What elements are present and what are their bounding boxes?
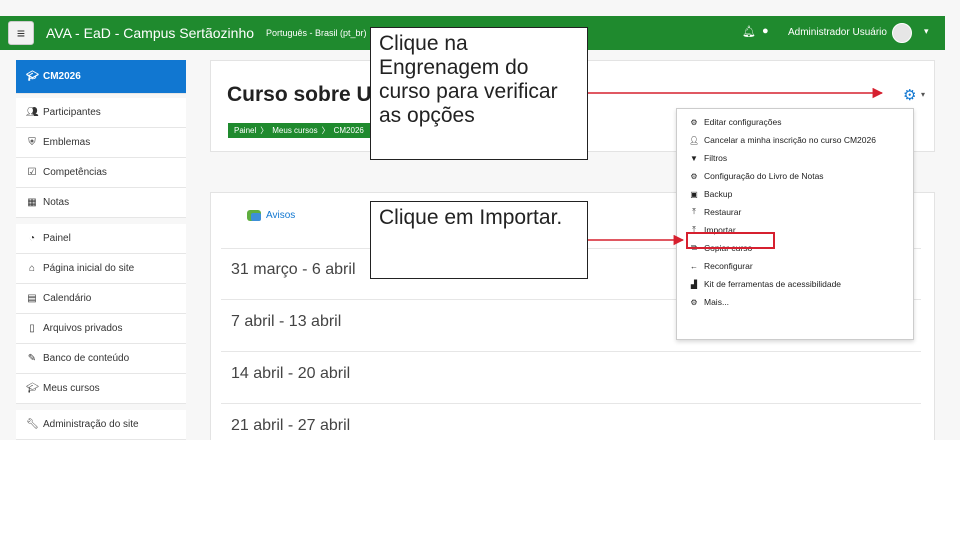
- menu-item-label: Configuração do Livro de Notas: [704, 171, 824, 181]
- sidebar-item-label: Página inicial do site: [43, 263, 135, 274]
- week-section-title[interactable]: 21 abril - 27 abril: [231, 417, 350, 435]
- users-icon: 👥︎: [26, 107, 39, 118]
- sidebar-item-label: Notas: [43, 197, 70, 208]
- week-section-title[interactable]: 7 abril - 13 abril: [231, 313, 341, 331]
- menu-item-backup[interactable]: ▣ Backup: [677, 185, 913, 203]
- site-name-link[interactable]: AVA - EaD - Campus Sertãozinho: [46, 25, 254, 41]
- sidebar-item-label: Competências: [43, 167, 107, 178]
- sidebar-item-label: Administração do site: [43, 419, 139, 430]
- menu-item-restore[interactable]: ⤒ Restaurar: [677, 203, 913, 221]
- menu-item-label: Backup: [704, 189, 733, 199]
- sidebar-item-course[interactable]: 🎓︎ CM2026: [16, 60, 186, 94]
- breadcrumb: Painel 〉 Meus cursos 〉 CM2026: [228, 123, 370, 138]
- chart-icon: ▟: [690, 279, 698, 289]
- wrench-icon: 🔧︎: [26, 419, 39, 430]
- menu-item-label: Mais...: [704, 297, 730, 307]
- upload-icon: ⤒: [692, 207, 696, 216]
- sidebar-item-site-admin[interactable]: 🔧︎ Administração do site: [16, 410, 186, 440]
- gear-icon: ⚙: [690, 117, 698, 127]
- sidebar-item-calendar[interactable]: ▤ Calendário: [16, 284, 186, 314]
- sidebar-item-site-home[interactable]: ⌂ Página inicial do site: [16, 254, 186, 284]
- sidebar-nav: 🎓︎ CM2026 👥︎ Participantes ⛨ Emblemas ☑ …: [16, 60, 186, 440]
- sidebar-item-competencies[interactable]: ☑ Competências: [16, 158, 186, 188]
- filter-icon: ▼: [690, 153, 698, 163]
- stage: ≡ AVA - EaD - Campus Sertãozinho Portugu…: [0, 0, 960, 540]
- sidebar-item-badges[interactable]: ⛨ Emblemas: [16, 128, 186, 158]
- shield-icon: ⛨: [28, 137, 36, 148]
- menu-item-label: Filtros: [704, 153, 728, 163]
- sidebar-item-label: Meus cursos: [43, 383, 100, 394]
- divider: [221, 403, 921, 404]
- menu-item-label: Restaurar: [704, 207, 742, 217]
- brush-icon: ✎: [27, 353, 37, 364]
- sidebar-item-label: Emblemas: [43, 137, 91, 148]
- dashboard-icon: ◔: [28, 233, 36, 244]
- week-section-title[interactable]: 31 março - 6 abril: [231, 261, 356, 279]
- course-actions-menu: ⚙ Editar configurações 👤︎ Cancelar a minha…: [676, 108, 914, 340]
- file-icon: ▯: [29, 323, 35, 334]
- callout-gear-instruction: Clique na Engrenagem do curso para verif…: [370, 27, 588, 160]
- forum-icon: [247, 210, 261, 221]
- menu-item-accessibility-toolkit[interactable]: ▟ Kit de ferramentas de acessibilidade: [677, 275, 913, 293]
- callout-import-instruction: Clique em Importar.: [370, 201, 588, 279]
- menu-item-label: Kit de ferramentas de acessibilidade: [704, 279, 842, 289]
- hamburger-icon[interactable]: ≡: [8, 21, 34, 45]
- sidebar-item-content-bank[interactable]: ✎ Banco de conteúdo: [16, 344, 186, 374]
- announcements-link[interactable]: Avisos: [247, 210, 295, 221]
- user-name[interactable]: Administrador Usuário: [788, 27, 887, 38]
- chevron-right-icon: 〉: [321, 126, 330, 135]
- table-icon: ▦: [27, 197, 37, 208]
- checkbox-icon: ☑: [27, 167, 37, 178]
- sidebar-item-label: Calendário: [43, 293, 92, 304]
- menu-item-gradebook-setup[interactable]: ⚙ Configuração do Livro de Notas: [677, 167, 913, 185]
- sidebar-item-label: CM2026: [43, 71, 81, 82]
- menu-item-more[interactable]: ⚙ Mais...: [677, 293, 913, 311]
- sidebar-item-grades[interactable]: ▦ Notas: [16, 188, 186, 218]
- avatar[interactable]: [892, 23, 912, 43]
- menu-item-label: Cancelar a minha inscrição no curso CM20…: [704, 135, 876, 145]
- sidebar-item-label: Banco de conteúdo: [43, 353, 130, 364]
- language-menu[interactable]: Português - Brasil (pt_br): [266, 28, 367, 38]
- menu-item-label: Editar configurações: [704, 117, 782, 127]
- menu-item-reset[interactable]: ← Reconfigurar: [677, 257, 913, 275]
- calendar-icon: ▤: [27, 293, 37, 304]
- gear-icon: ⚙: [690, 171, 698, 181]
- breadcrumb-item-my-courses[interactable]: Meus cursos: [272, 126, 317, 135]
- breadcrumb-item-dashboard[interactable]: Painel: [234, 126, 256, 135]
- sidebar-item-label: Arquivos privados: [43, 323, 123, 334]
- sidebar-item-private-files[interactable]: ▯ Arquivos privados: [16, 314, 186, 344]
- home-icon: ⌂: [28, 263, 36, 274]
- chat-icon[interactable]: ●: [762, 25, 769, 37]
- chevron-right-icon: 〉: [260, 126, 269, 135]
- menu-item-label: Reconfigurar: [704, 261, 753, 271]
- divider: [221, 351, 921, 352]
- sidebar-item-dashboard[interactable]: ◔ Painel: [16, 224, 186, 254]
- chevron-down-icon[interactable]: ▾: [921, 90, 925, 99]
- user-icon: 👤︎: [689, 135, 700, 145]
- announcements-label: Avisos: [266, 210, 296, 221]
- sidebar-item-participants[interactable]: 👥︎ Participantes: [16, 98, 186, 128]
- gear-icon[interactable]: ⚙: [903, 86, 916, 104]
- week-section-title[interactable]: 14 abril - 20 abril: [231, 365, 350, 383]
- sidebar-item-label: Painel: [43, 233, 71, 244]
- graduation-cap-icon: 🎓︎: [26, 383, 39, 394]
- gear-icon: ⚙: [690, 297, 698, 307]
- sidebar-item-label: Participantes: [43, 107, 101, 118]
- save-icon: ▣: [690, 189, 698, 199]
- import-highlight-box: [686, 232, 775, 249]
- menu-item-filters[interactable]: ▼ Filtros: [677, 149, 913, 167]
- menu-item-edit-settings[interactable]: ⚙ Editar configurações: [677, 113, 913, 131]
- chevron-down-icon[interactable]: ▾: [924, 26, 929, 37]
- graduation-cap-icon: 🎓︎: [26, 71, 39, 82]
- arrow-left-icon: ←: [690, 261, 698, 271]
- sidebar-item-my-courses[interactable]: 🎓︎ Meus cursos: [16, 374, 186, 404]
- breadcrumb-item-course[interactable]: CM2026: [334, 126, 364, 135]
- bell-icon[interactable]: 🔔︎: [742, 25, 756, 38]
- menu-item-unenrol[interactable]: 👤︎ Cancelar a minha inscrição no curso CM…: [677, 131, 913, 149]
